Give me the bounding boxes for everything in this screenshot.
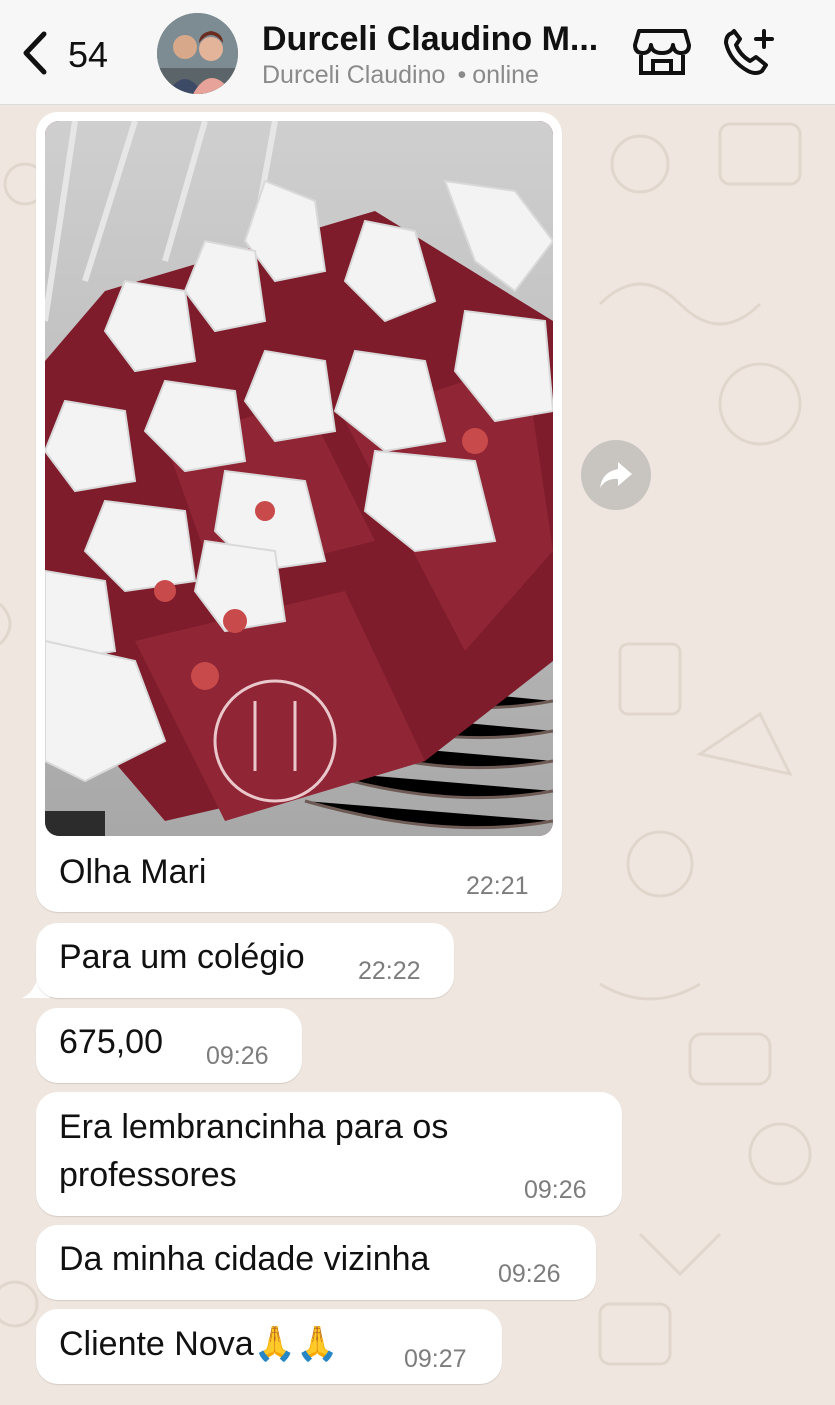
message-text: 675,00 bbox=[59, 1023, 163, 1061]
contact-avatar[interactable] bbox=[157, 13, 238, 94]
store-icon bbox=[633, 29, 691, 75]
contact-status: Durceli Claudino • online bbox=[262, 61, 539, 90]
message-time: 09:26 bbox=[206, 1042, 269, 1070]
message-photo[interactable] bbox=[45, 121, 553, 836]
call-button[interactable] bbox=[722, 27, 778, 84]
message-time: 09:27 bbox=[404, 1345, 467, 1373]
message-time: 22:22 bbox=[358, 957, 421, 985]
message-time: 22:21 bbox=[466, 872, 529, 900]
store-button[interactable] bbox=[633, 27, 691, 82]
message-text-line-2: professores bbox=[59, 1156, 237, 1194]
forward-icon bbox=[600, 462, 632, 488]
message-text: Cliente Nova🙏🙏 bbox=[59, 1325, 339, 1363]
online-status: online bbox=[472, 61, 539, 89]
forward-button[interactable] bbox=[581, 440, 651, 510]
contact-subname: Durceli Claudino bbox=[262, 61, 446, 89]
message-text: Para um colégio bbox=[59, 938, 305, 976]
back-button[interactable] bbox=[18, 30, 52, 76]
message-text-line-1: Era lembrancinha para os bbox=[59, 1108, 449, 1146]
status-separator: • bbox=[457, 61, 467, 89]
unread-count[interactable]: 54 bbox=[68, 34, 108, 76]
chevron-left-icon bbox=[23, 31, 47, 75]
message-text: Da minha cidade vizinha bbox=[59, 1240, 430, 1278]
phone-plus-icon bbox=[724, 29, 774, 75]
message-caption: Olha Mari bbox=[59, 853, 207, 891]
chat-header: 54 Durceli Claudino M... Durceli Claudin… bbox=[0, 0, 835, 105]
message-time: 09:26 bbox=[524, 1176, 587, 1204]
message-time: 09:26 bbox=[498, 1260, 561, 1288]
contact-name[interactable]: Durceli Claudino M... bbox=[262, 20, 598, 59]
